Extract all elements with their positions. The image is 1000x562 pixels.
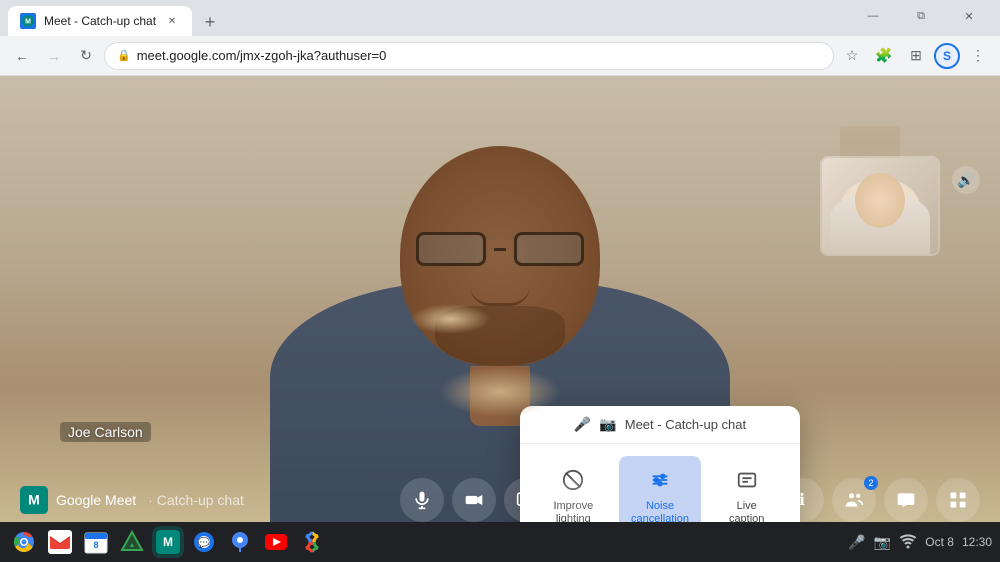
live-caption-icon [731, 464, 763, 496]
meet-logo-svg: M [20, 486, 48, 514]
popup-mic-icon: 🎤 [574, 416, 591, 433]
popup-title: Meet - Catch-up chat [625, 417, 746, 432]
main-video: Joe Carlson 🔊 🎤 📷 Meet - Catch-up chat [0, 76, 1000, 562]
people-count: 2 [864, 476, 878, 490]
system-taskbar: 8 ▲ M [0, 522, 1000, 562]
bookmark-button[interactable]: ☆ [838, 42, 866, 70]
taskbar-chat[interactable]: 💬 [188, 526, 220, 558]
svg-text:M: M [25, 18, 31, 25]
taskbar-gmail[interactable] [44, 526, 76, 558]
taskbar-chrome[interactable] [8, 526, 40, 558]
content-area: Joe Carlson 🔊 🎤 📷 Meet - Catch-up chat [0, 76, 1000, 562]
wifi-icon[interactable] [899, 532, 917, 553]
tab-bar: M Meet - Catch-up chat ✕ + — ⧉ ✕ [0, 0, 1000, 36]
back-button[interactable]: ← [8, 42, 36, 70]
effects-button[interactable] [556, 478, 600, 522]
close-button[interactable]: ✕ [946, 2, 992, 30]
taskbar-calendar[interactable]: 8 [80, 526, 112, 558]
chat-button[interactable] [884, 478, 928, 522]
lock-icon: 🔒 [117, 49, 131, 62]
popup-header: 🎤 📷 Meet - Catch-up chat [520, 406, 800, 444]
refresh-button[interactable]: ↻ [72, 42, 100, 70]
mic-button[interactable] [400, 478, 444, 522]
participant-name: Joe Carlson [60, 422, 151, 442]
meet-controls-right: ℹ 2 [780, 478, 980, 522]
taskbar-youtube[interactable] [260, 526, 292, 558]
present-button[interactable] [504, 478, 548, 522]
browser-frame: M Meet - Catch-up chat ✕ + — ⧉ ✕ ← → ↻ 🔒… [0, 0, 1000, 562]
meet-controls-center [400, 478, 600, 522]
meet-title-text: · Catch-up chat [148, 492, 244, 508]
meet-brand-text: Google Meet [56, 492, 136, 508]
url-text: meet.google.com/jmx-zgoh-jka?authuser=0 [137, 48, 387, 63]
svg-text:M: M [28, 492, 40, 508]
restore-button[interactable]: ⧉ [898, 2, 944, 30]
mic-tray-icon[interactable]: 🎤 [848, 534, 865, 551]
svg-text:💬: 💬 [198, 536, 211, 549]
svg-text:▲: ▲ [129, 542, 136, 549]
taskbar-system-tray: 🎤 📷 Oct 8 12:30 [848, 532, 992, 553]
meet-logo-area: M Google Meet · Catch-up chat [20, 486, 244, 514]
active-tab[interactable]: M Meet - Catch-up chat ✕ [8, 6, 192, 36]
camera-button[interactable] [452, 478, 496, 522]
menu-button[interactable]: ⋮ [964, 42, 992, 70]
browser-toolbar: ← → ↻ 🔒 meet.google.com/jmx-zgoh-jka?aut… [0, 36, 1000, 76]
noise-cancellation-icon [644, 464, 676, 496]
audio-indicator: 🔊 [952, 166, 980, 194]
info-button[interactable]: ℹ [780, 478, 824, 522]
thumbnail-video [822, 158, 938, 254]
tab-close-button[interactable]: ✕ [164, 13, 180, 29]
tab-search-button[interactable]: ⊞ [902, 42, 930, 70]
window-controls: — ⧉ ✕ [850, 2, 992, 36]
camera-tray-icon[interactable]: 📷 [874, 534, 891, 551]
participant-thumbnail [820, 156, 940, 256]
taskbar-drive[interactable]: ▲ [116, 526, 148, 558]
tab-title-label: Meet - Catch-up chat [44, 14, 156, 28]
meet-bottom-bar: M Google Meet · Catch-up chat [0, 478, 1000, 522]
taskbar-date: Oct 8 [925, 535, 954, 549]
profile-button[interactable]: S [934, 43, 960, 69]
tab-favicon: M [20, 13, 36, 29]
new-tab-button[interactable]: + [196, 8, 224, 36]
taskbar-meet[interactable]: M [152, 526, 184, 558]
forward-button[interactable]: → [40, 42, 68, 70]
minimize-button[interactable]: — [850, 2, 896, 30]
address-bar[interactable]: 🔒 meet.google.com/jmx-zgoh-jka?authuser=… [104, 42, 834, 70]
taskbar-photos[interactable] [296, 526, 328, 558]
taskbar-maps[interactable] [224, 526, 256, 558]
extensions-button[interactable]: 🧩 [870, 42, 898, 70]
improve-lighting-icon [557, 464, 589, 496]
taskbar-time: 12:30 [962, 535, 992, 549]
activities-button[interactable] [936, 478, 980, 522]
popup-camera-icon: 📷 [599, 416, 616, 433]
toolbar-right: ☆ 🧩 ⊞ S ⋮ [838, 42, 992, 70]
svg-text:M: M [163, 535, 173, 549]
people-button[interactable]: 2 [832, 478, 876, 522]
svg-text:8: 8 [93, 540, 98, 550]
